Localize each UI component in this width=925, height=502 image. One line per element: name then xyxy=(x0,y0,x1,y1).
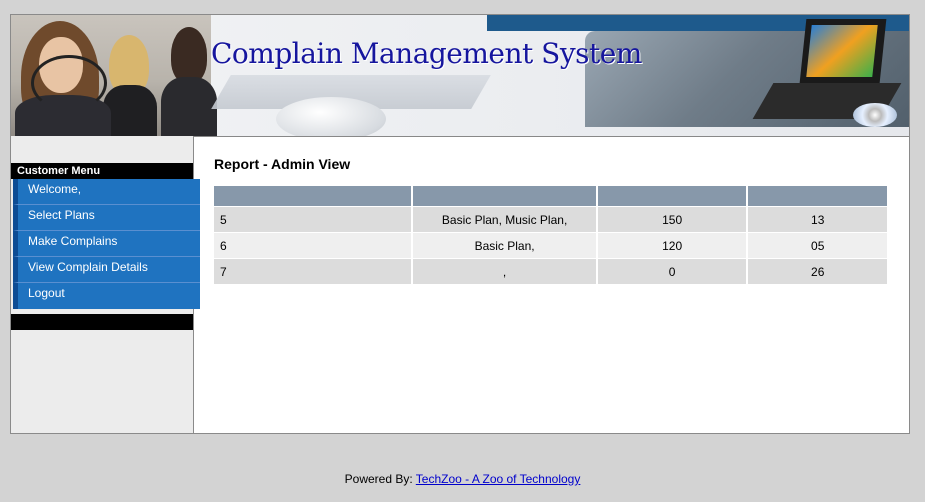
table-cell: 150 xyxy=(597,206,747,232)
table-cell: Basic Plan, Music Plan, xyxy=(413,206,596,232)
table-cell: 0 xyxy=(597,258,747,284)
table-row: 5 Basic Plan, Music Plan, 150 13 xyxy=(214,206,887,232)
menu-item-logout[interactable]: Logout xyxy=(13,283,200,309)
menu-footer-bar xyxy=(11,314,193,330)
header-banner: Complain Management System xyxy=(11,15,909,137)
table-cell: 6 xyxy=(214,232,412,258)
table-cell: 7 xyxy=(214,258,412,284)
footer-link[interactable]: TechZoo - A Zoo of Technology xyxy=(416,472,581,486)
table-cell: Basic Plan, xyxy=(413,232,596,258)
table-header-row xyxy=(214,186,887,206)
site-title: Complain Management System xyxy=(211,37,642,70)
cd-icon xyxy=(853,103,897,127)
menu-item-select-plans[interactable]: Select Plans xyxy=(13,205,200,231)
table-cell: 120 xyxy=(597,232,747,258)
main-content: Report - Admin View 5 Basic Plan, Music … xyxy=(194,136,909,433)
table-cell: , xyxy=(413,258,596,284)
table-header-cell xyxy=(413,186,596,206)
table-cell: 13 xyxy=(748,206,887,232)
menu-item-welcome[interactable]: Welcome, xyxy=(13,179,200,205)
mouse-image xyxy=(276,97,386,136)
footer-prefix: Powered By: xyxy=(344,472,416,486)
call-center-photo xyxy=(11,15,217,136)
customer-menu: Welcome, Select Plans Make Complains Vie… xyxy=(13,179,200,314)
headset-icon xyxy=(31,55,107,111)
sidebar: Customer Menu Welcome, Select Plans Make… xyxy=(11,136,200,433)
table-header-cell xyxy=(597,186,747,206)
report-table: 5 Basic Plan, Music Plan, 150 13 6 Basic… xyxy=(212,186,889,284)
customer-menu-header: Customer Menu xyxy=(11,163,193,179)
table-row: 7 , 0 26 xyxy=(214,258,887,284)
page-title: Report - Admin View xyxy=(214,156,351,172)
table-header-cell xyxy=(748,186,887,206)
menu-item-make-complains[interactable]: Make Complains xyxy=(13,231,200,257)
table-cell: 05 xyxy=(748,232,887,258)
table-cell: 26 xyxy=(748,258,887,284)
table-row: 6 Basic Plan, 120 05 xyxy=(214,232,887,258)
table-cell: 5 xyxy=(214,206,412,232)
menu-item-view-complain-details[interactable]: View Complain Details xyxy=(13,257,200,283)
page-frame: Complain Management System Customer Menu… xyxy=(10,14,910,434)
parrot-wallpaper xyxy=(806,25,878,77)
table-header-cell xyxy=(214,186,412,206)
page-footer: Powered By: TechZoo - A Zoo of Technolog… xyxy=(0,472,925,486)
